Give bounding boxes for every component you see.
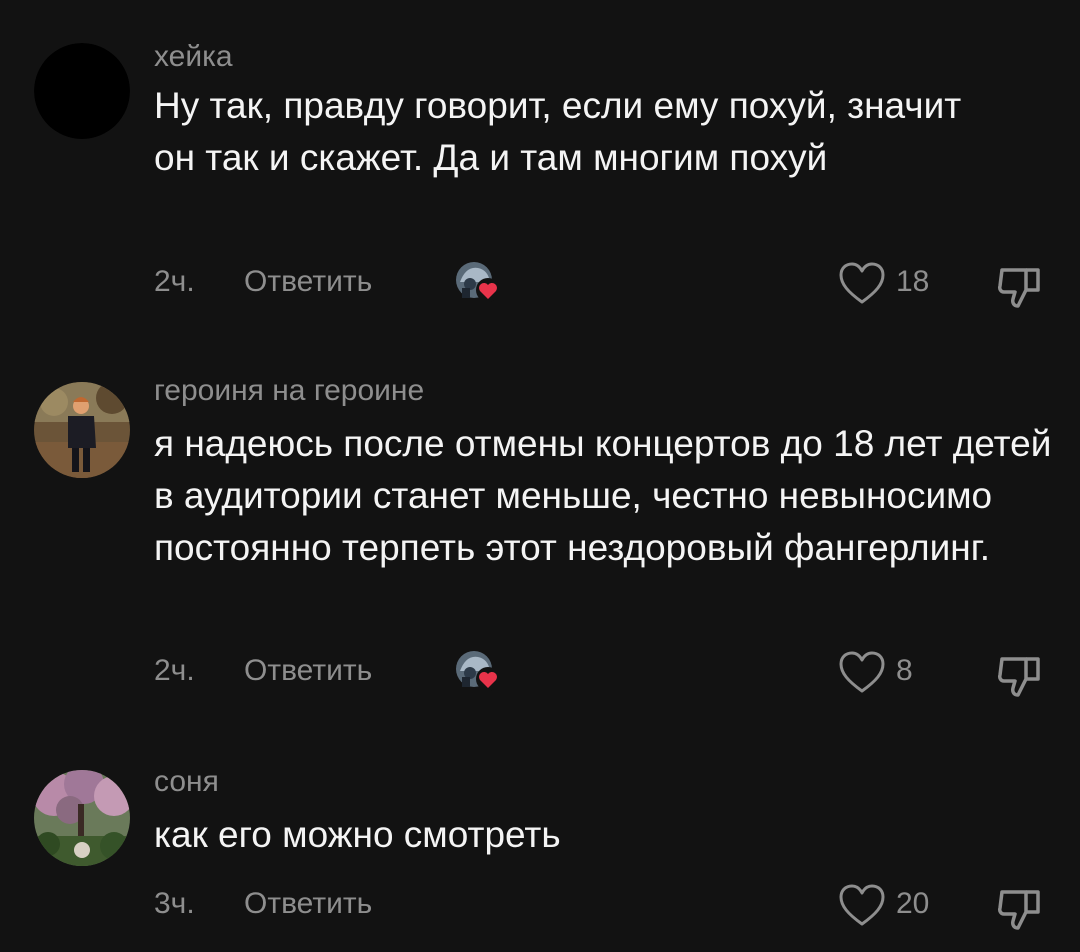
like-button[interactable] — [838, 884, 886, 928]
thumbs-down-icon — [998, 268, 1040, 308]
comment-time: 2ч. — [154, 265, 195, 298]
comment-author[interactable]: героиня на героине — [154, 374, 424, 408]
thumbs-down-icon — [998, 657, 1040, 697]
like-count: 8 — [896, 654, 913, 687]
reply-button[interactable]: Ответить — [244, 887, 372, 921]
dislike-button[interactable] — [996, 884, 1044, 932]
reply-button[interactable]: Ответить — [244, 265, 372, 299]
comment-text: как его можно смотреть — [154, 814, 561, 855]
reply-button[interactable]: Ответить — [244, 654, 372, 688]
dislike-button[interactable] — [996, 651, 1044, 699]
creator-heart-icon — [456, 651, 500, 691]
like-count: 18 — [896, 265, 930, 298]
heart-outline-icon — [839, 651, 885, 693]
thumbs-down-icon — [998, 890, 1040, 930]
creator-liked-badge — [452, 260, 502, 304]
creator-heart-icon — [456, 262, 500, 302]
like-count: 20 — [896, 887, 930, 920]
creator-liked-badge — [452, 649, 502, 693]
dislike-button[interactable] — [996, 262, 1044, 310]
avatar[interactable] — [34, 43, 130, 139]
comment-text: я надеюсь после отмены концертов до 18 л… — [154, 423, 1052, 568]
black-circle-avatar-icon — [34, 43, 130, 139]
comment-time: 3ч. — [154, 887, 195, 920]
like-button[interactable] — [838, 262, 886, 306]
avatar[interactable] — [34, 382, 130, 478]
avatar[interactable] — [34, 770, 130, 866]
person-photo-avatar-icon — [34, 382, 130, 478]
comment-text: Ну так, правду говорит, если ему похуй, … — [154, 85, 962, 178]
garden-photo-avatar-icon — [34, 770, 130, 866]
heart-outline-icon — [839, 262, 885, 304]
heart-outline-icon — [839, 884, 885, 926]
comment-time: 2ч. — [154, 654, 195, 687]
like-button[interactable] — [838, 651, 886, 695]
comment-author[interactable]: соня — [154, 765, 219, 799]
comment-author[interactable]: хейка — [154, 40, 233, 74]
